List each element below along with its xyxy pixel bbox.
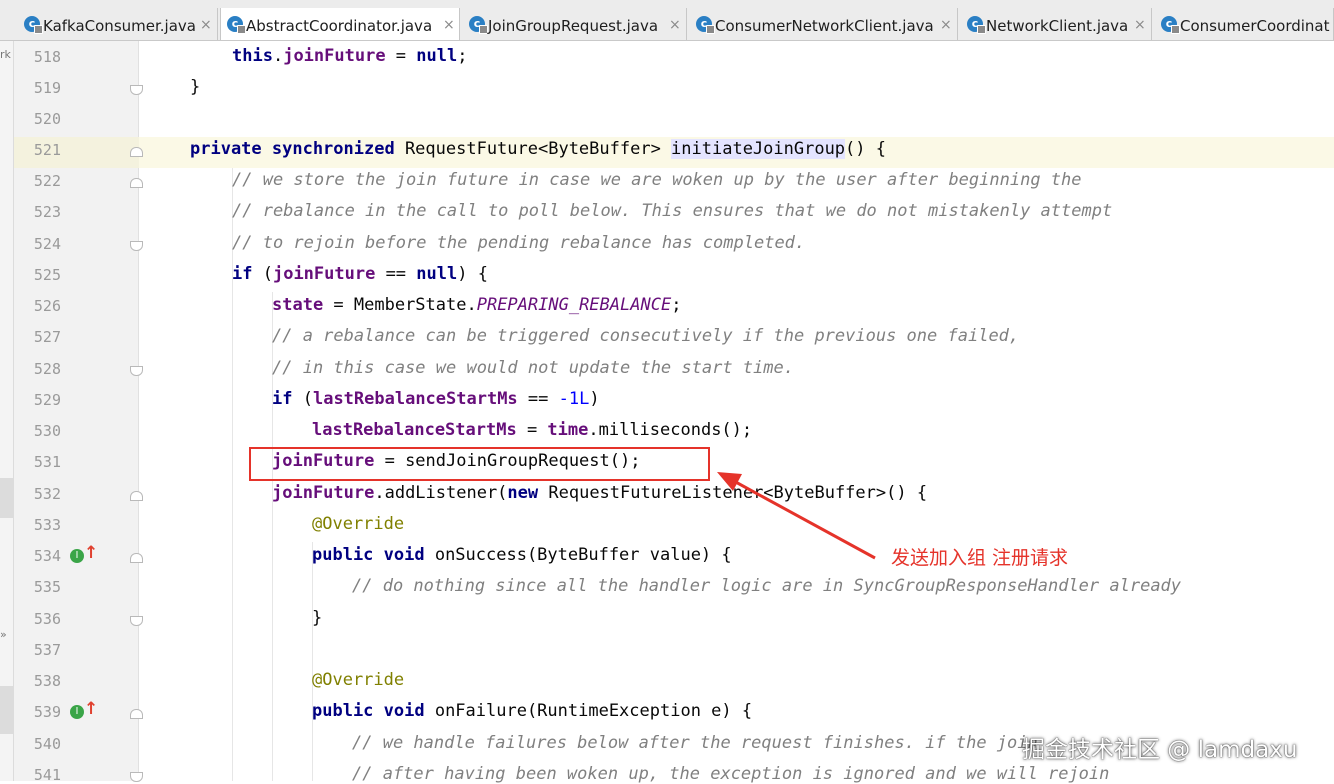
annotation-arrow bbox=[717, 472, 876, 560]
annotation-label: 发送加入组 注册请求 bbox=[891, 547, 1069, 569]
watermark: 掘金技术社区 @ lamdaxu bbox=[1022, 737, 1298, 763]
